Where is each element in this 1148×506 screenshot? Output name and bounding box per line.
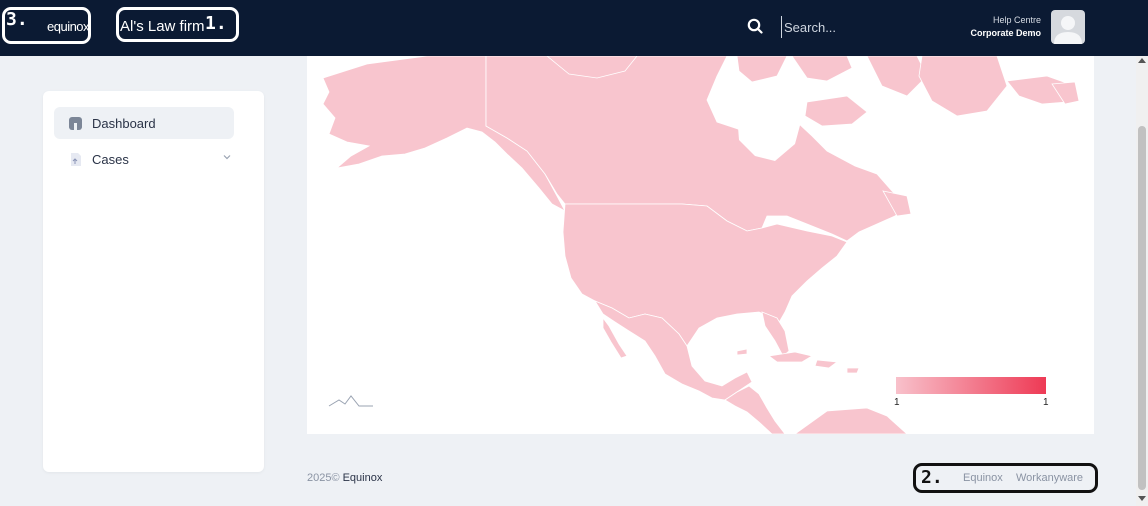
annotation-label-firm: 1. xyxy=(205,13,227,34)
copyright-year: 2025© xyxy=(307,472,340,484)
search-icon[interactable] xyxy=(747,18,763,34)
sidebar-item-label: Cases xyxy=(92,151,129,167)
document-icon xyxy=(71,152,81,166)
firm-name[interactable]: Al's Law firm xyxy=(120,18,205,35)
scroll-up-arrow-icon[interactable] xyxy=(1138,58,1146,63)
scroll-down-arrow-icon[interactable] xyxy=(1138,496,1146,501)
user-name[interactable]: Corporate Demo xyxy=(970,28,1041,38)
help-centre-link[interactable]: Help Centre xyxy=(993,15,1041,25)
legend-max-label: 1 xyxy=(1043,397,1049,408)
legend-min-label: 1 xyxy=(894,397,900,408)
map-attribution-icon xyxy=(328,395,373,407)
app-logo[interactable]: equinox xyxy=(47,19,90,34)
vertical-scrollbar[interactable] xyxy=(1136,56,1148,506)
sidebar-item-label: Dashboard xyxy=(92,115,156,131)
avatar[interactable] xyxy=(1051,10,1085,44)
search-input[interactable] xyxy=(781,16,941,38)
map-card: 1 1 xyxy=(307,56,1094,434)
user-silhouette-icon xyxy=(1054,16,1082,44)
sidebar: Dashboard Cases xyxy=(43,91,264,472)
legend-gradient-bar xyxy=(896,377,1046,394)
sidebar-item-dashboard[interactable]: Dashboard xyxy=(54,107,234,139)
annotation-label-logo: 3. xyxy=(6,9,28,30)
footer-brand-link[interactable]: Equinox xyxy=(343,472,383,484)
top-navbar: 3. equinox Al's Law firm 1. Help Centre … xyxy=(0,0,1148,56)
scrollbar-thumb[interactable] xyxy=(1138,126,1146,490)
annotation-label-footer: 2. xyxy=(921,467,943,488)
footer-link-workanyware[interactable]: Workanyware xyxy=(1016,472,1083,484)
footer-copyright: 2025© Equinox xyxy=(307,472,382,484)
dashboard-icon xyxy=(69,116,82,130)
sidebar-item-cases[interactable]: Cases xyxy=(54,143,234,175)
footer-link-equinox[interactable]: Equinox xyxy=(963,472,1003,484)
chevron-down-icon[interactable] xyxy=(222,152,232,162)
